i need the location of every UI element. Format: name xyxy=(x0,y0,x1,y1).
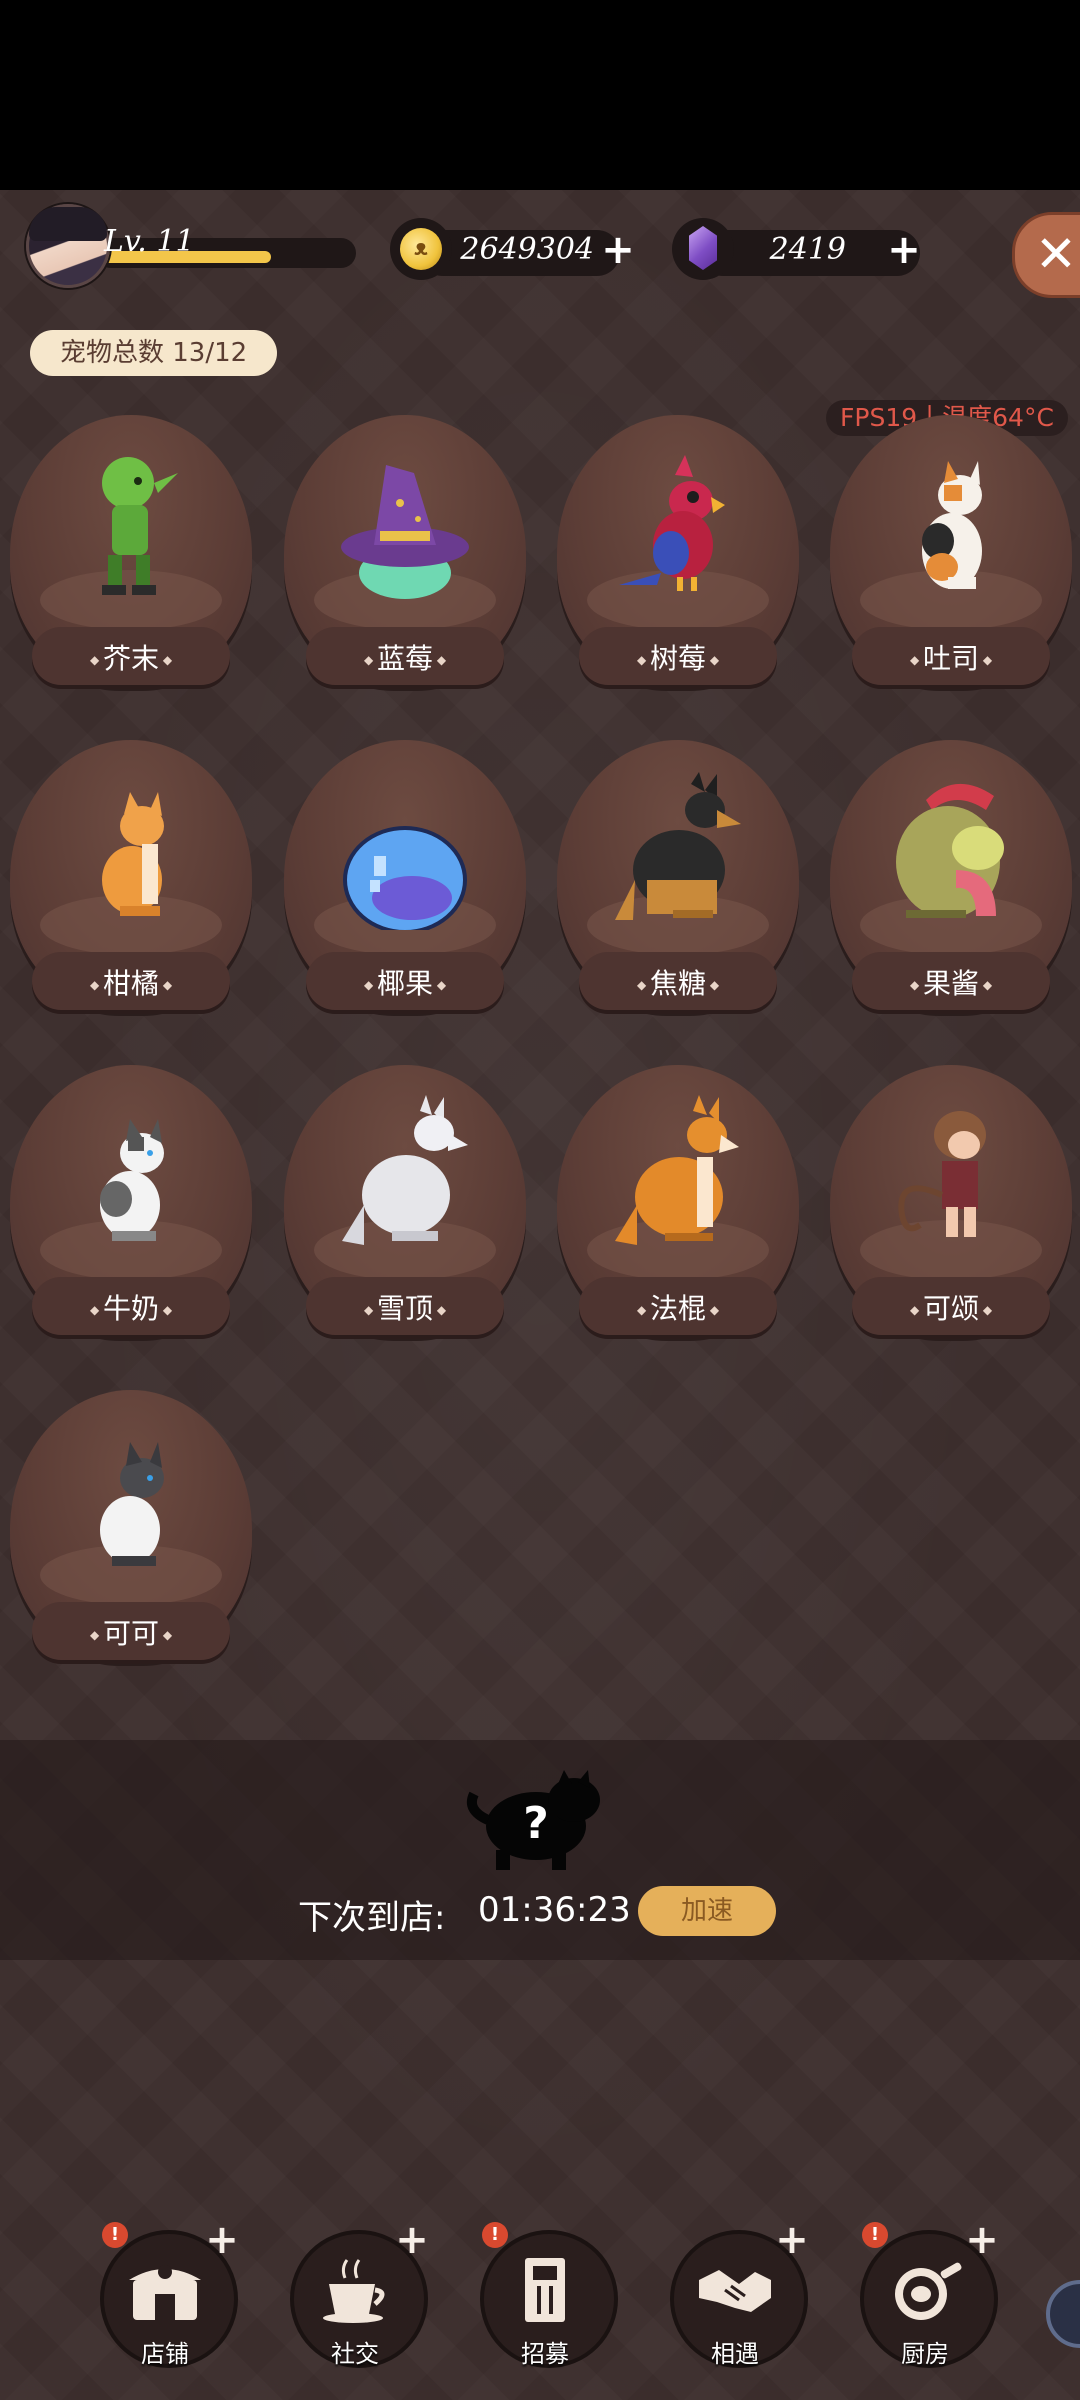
nav-recruit[interactable]: 招募 ! xyxy=(480,2222,618,2380)
nav-label: 厨房 xyxy=(901,2340,949,2368)
plus-icon: + xyxy=(395,2217,429,2263)
pet-card[interactable]: 树莓 xyxy=(557,415,799,695)
nav-label: 相遇 xyxy=(711,2340,759,2368)
alert-badge: ! xyxy=(482,2222,508,2248)
pet-name: 椰果 xyxy=(306,962,504,1002)
german-shepherd-sprite xyxy=(615,772,741,920)
coin-icon: ᴥ xyxy=(390,218,452,280)
pet-card[interactable]: 蓝莓 xyxy=(284,415,526,695)
white-wolf-sprite xyxy=(342,1095,468,1245)
pet-card[interactable]: 果酱 xyxy=(830,740,1072,1020)
question-mark: ? xyxy=(523,1798,549,1849)
next-arrival-label: 下次到店: xyxy=(298,1898,446,1938)
witch-hat-slime-sprite xyxy=(341,465,469,599)
player-avatar[interactable] xyxy=(26,204,110,288)
handshake-icon xyxy=(699,2270,771,2312)
nav-encounter[interactable]: 相遇 + xyxy=(670,2220,809,2380)
plus-icon: + xyxy=(775,2217,809,2263)
gem-value: 2419 xyxy=(769,232,846,267)
alert-badge: ! xyxy=(102,2222,128,2248)
siamese-cat-sprite xyxy=(100,1442,164,1566)
white-gray-cat-sprite xyxy=(100,1119,164,1241)
nav-label: 招募 xyxy=(521,2340,569,2368)
frying-pan-icon xyxy=(895,2262,962,2320)
add-gems-button[interactable]: + xyxy=(884,230,924,270)
pet-name: 可可 xyxy=(32,1612,230,1652)
helmet-creature-sprite xyxy=(896,783,1004,918)
speed-up-button[interactable]: 加速 xyxy=(638,1886,776,1936)
nav-kitchen[interactable]: 厨房 ! + xyxy=(860,2220,999,2380)
pet-card[interactable]: 柑橘 xyxy=(10,740,252,1020)
blue-slime-sprite xyxy=(343,826,467,930)
shiba-dog-sprite xyxy=(615,1095,739,1245)
pet-name: 树莓 xyxy=(579,637,777,677)
nav-social[interactable]: 社交 + xyxy=(290,2220,429,2380)
red-parrot-sprite xyxy=(619,455,725,591)
pet-total-badge: 宠物总数 13/12 xyxy=(30,330,278,376)
arrival-timer: 01:36:23 xyxy=(478,1890,631,1930)
pet-card[interactable]: 牛奶 xyxy=(10,1065,252,1345)
shop-icon xyxy=(129,2265,201,2320)
pet-card[interactable]: 法棍 xyxy=(557,1065,799,1345)
nav-shop[interactable]: 店铺 ! + xyxy=(100,2220,239,2380)
pet-name: 吐司 xyxy=(852,637,1050,677)
plus-icon: + xyxy=(965,2217,999,2263)
orange-cat-sprite xyxy=(102,792,164,916)
pet-name: 柑橘 xyxy=(32,962,230,1002)
purple-gem-icon xyxy=(672,218,734,280)
close-button[interactable]: ✕ xyxy=(1012,212,1080,298)
monkey-kid-sprite xyxy=(898,1111,986,1237)
pet-card[interactable]: 可颂 xyxy=(830,1065,1072,1345)
pet-name: 雪顶 xyxy=(306,1287,504,1327)
nav-label: 社交 xyxy=(331,2340,379,2368)
pet-name: 法棍 xyxy=(579,1287,777,1327)
pet-name: 焦糖 xyxy=(579,962,777,1002)
nav-label: 店铺 xyxy=(141,2340,189,2368)
add-coins-button[interactable]: + xyxy=(598,230,638,270)
pet-card[interactable]: 可可 xyxy=(10,1390,252,1670)
alert-badge: ! xyxy=(862,2222,888,2248)
player-level: Lv. 11 xyxy=(104,224,195,259)
green-goblin-sprite xyxy=(102,457,178,595)
pet-card[interactable]: 椰果 xyxy=(284,740,526,1020)
pet-name: 果酱 xyxy=(852,962,1050,1002)
pet-card[interactable]: 吐司 xyxy=(830,415,1072,695)
pet-card[interactable]: 焦糖 xyxy=(557,740,799,1020)
coin-value: 2649304 xyxy=(460,232,594,267)
pet-name: 芥末 xyxy=(32,637,230,677)
pet-name: 蓝莓 xyxy=(306,637,504,677)
next-visitor-panel: ? 下次到店: 01:36:23 加速 xyxy=(0,1740,1080,1960)
plus-icon: + xyxy=(205,2217,239,2263)
calico-cat-sprite xyxy=(922,461,982,589)
pet-name: 牛奶 xyxy=(32,1287,230,1327)
pet-card[interactable]: 雪顶 xyxy=(284,1065,526,1345)
side-menu-button[interactable] xyxy=(1046,2280,1080,2348)
door-icon xyxy=(525,2258,565,2322)
pet-name: 可颂 xyxy=(852,1287,1050,1327)
pet-card[interactable]: 芥末 xyxy=(10,415,252,695)
mystery-pet-silhouette: ? xyxy=(466,1770,600,1870)
coffee-cup-icon xyxy=(323,2259,385,2323)
pet-screen: Lv. 11 ᴥ 2649304 + 2419 + ✕ 宠物总数 13/12 F… xyxy=(0,190,1080,2400)
top-bar: Lv. 11 ᴥ 2649304 + 2419 + ✕ xyxy=(0,190,1080,310)
